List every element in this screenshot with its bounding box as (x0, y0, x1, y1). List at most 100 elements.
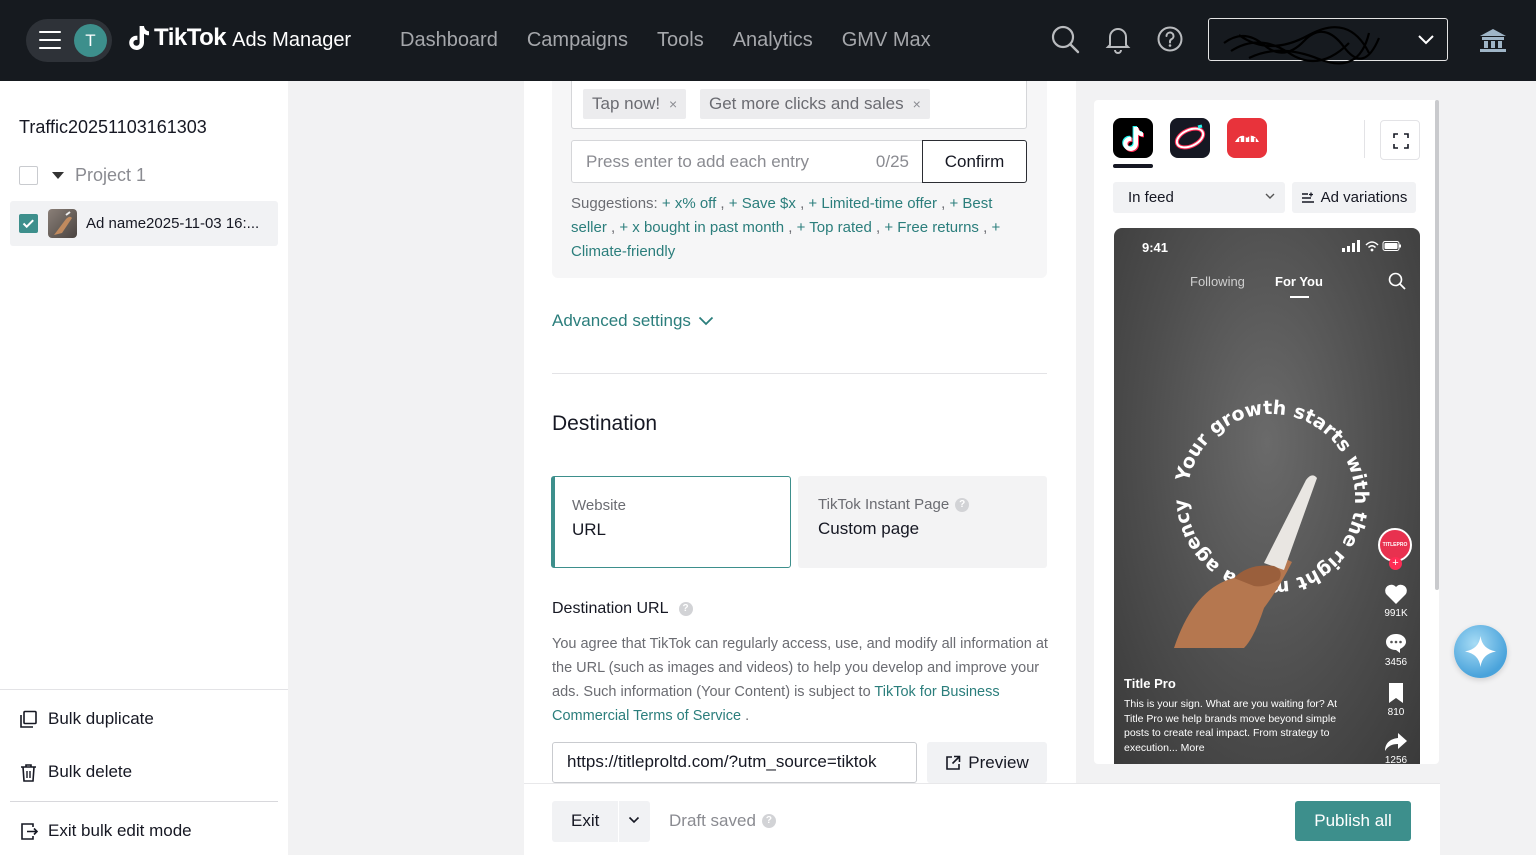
ad-name-label: Ad name2025-11-03 16:... (86, 215, 260, 232)
help-icon[interactable]: ? (761, 814, 776, 828)
exit-button[interactable]: Exit (552, 801, 650, 842)
campaign-name[interactable]: Traffic20251103161303 (19, 117, 207, 138)
nav-campaigns[interactable]: Campaigns (527, 29, 628, 52)
chevron-down-icon (698, 316, 714, 326)
publish-all-button[interactable]: Publish all (1295, 801, 1411, 841)
search-icon (1388, 272, 1406, 290)
exit-bulk-edit-label: Exit bulk edit mode (48, 821, 192, 840)
placement-select[interactable]: In feed (1113, 182, 1285, 213)
description-end: . (745, 708, 750, 724)
destination-url-description: You agree that TikTok can regularly acce… (552, 632, 1052, 728)
ai-assistant-button[interactable] (1454, 625, 1507, 678)
nav-dashboard[interactable]: Dashboard (400, 29, 498, 52)
ad-variations-label: Ad variations (1320, 189, 1408, 206)
billing-icon[interactable] (1478, 26, 1508, 54)
suggestion-item[interactable]: + Top rated (797, 219, 872, 236)
comment-icon (1386, 634, 1406, 653)
duplicate-icon (20, 710, 37, 728)
share-icon (1385, 733, 1407, 751)
option-sublabel: TikTok Instant Page (818, 496, 950, 513)
saves-count: 810 (1387, 707, 1405, 718)
exit-label: Exit (571, 811, 600, 830)
menu-toggle[interactable]: T (26, 19, 112, 62)
nav-tools[interactable]: Tools (657, 29, 704, 52)
fullscreen-button[interactable] (1380, 120, 1420, 160)
destination-url-input[interactable]: https://titleproltd.com/?utm_source=tikt… (552, 742, 917, 783)
preview-card: In feed Ad variations 9:41 Following For… (1094, 100, 1439, 764)
hamburger-icon[interactable] (39, 31, 61, 49)
top-navigation-bar: T TikTok Ads Manager Dashboard Campaigns… (0, 0, 1536, 81)
tab-following: Following (1190, 274, 1245, 289)
destination-option-website[interactable]: Website URL (551, 476, 791, 568)
pangle-platform-icon[interactable] (1227, 118, 1267, 158)
ad-checkbox[interactable] (19, 214, 38, 233)
suggestion-item[interactable]: + Free returns (884, 219, 979, 236)
chevron-down-icon[interactable] (628, 816, 640, 824)
preview-button[interactable]: Preview (927, 742, 1047, 783)
suggestion-item[interactable]: + Limited-time offer (808, 195, 937, 212)
bulk-duplicate-label: Bulk duplicate (48, 709, 154, 728)
entry-input[interactable]: Press enter to add each entry 0/25 (571, 140, 923, 183)
advanced-settings-toggle[interactable]: Advanced settings (552, 311, 714, 331)
exit-icon (21, 822, 38, 840)
close-icon[interactable]: × (669, 96, 677, 112)
video-frame: Your growth starts with the right media … (1170, 397, 1372, 648)
shares: 1256 (1376, 732, 1416, 764)
check-icon (22, 219, 34, 229)
help-icon[interactable]: ? (678, 602, 693, 616)
placement-value: In feed (1128, 189, 1174, 206)
sparkle-icon (1465, 636, 1496, 667)
likes: 991K (1376, 583, 1416, 619)
project-label: Project 1 (75, 165, 147, 185)
option-label: Custom page (818, 519, 920, 538)
help-icon[interactable]: ? (955, 497, 970, 512)
tiktok-lite-platform-icon[interactable] (1170, 118, 1210, 158)
tag-label: Get more clicks and sales (709, 94, 904, 113)
status-bar-icons (1342, 240, 1401, 252)
user-avatar[interactable]: T (74, 24, 107, 57)
saves: 810 (1376, 682, 1416, 718)
divider (552, 373, 1047, 374)
search-icon[interactable] (1050, 24, 1080, 54)
ad-variations-button[interactable]: Ad variations (1292, 182, 1416, 213)
tiktok-platform-icon[interactable] (1113, 118, 1153, 158)
cta-tags-card: Tap now! × Get more clicks and sales × Pre… (552, 81, 1047, 278)
confirm-button[interactable]: Confirm (922, 140, 1027, 183)
destination-title: Destination (552, 412, 658, 435)
close-icon[interactable]: × (913, 96, 921, 112)
bell-icon[interactable] (1103, 24, 1133, 54)
brand-logo[interactable]: TikTok Ads Manager (128, 24, 351, 52)
follow-plus-icon: + (1389, 557, 1402, 570)
project-checkbox[interactable] (19, 166, 38, 185)
exit-bulk-edit-button[interactable]: Exit bulk edit mode (19, 821, 192, 841)
destination-option-instant-page[interactable]: TikTok Instant Page ? Custom page (798, 476, 1047, 568)
suggestions-label: Suggestions: (571, 195, 658, 212)
account-selector[interactable] (1208, 18, 1448, 65)
likes-count: 991K (1384, 608, 1408, 619)
suggestion-item[interactable]: + Save $x (729, 195, 796, 212)
ad-preview-panel: In feed Ad variations 9:41 Following For… (1076, 81, 1440, 783)
external-link-icon (946, 755, 961, 770)
nav-gmv-max[interactable]: GMV Max (842, 29, 931, 52)
preview-label: Preview (968, 752, 1029, 772)
advanced-settings-label: Advanced settings (552, 311, 691, 330)
preview-scrollbar[interactable] (1435, 100, 1439, 590)
bulk-delete-button[interactable]: Bulk delete (19, 762, 132, 782)
suggestion-item[interactable]: + x bought in past month (619, 219, 784, 236)
footer-bar: Exit Draft saved ? Publish all (524, 783, 1440, 855)
chevron-down-icon (1418, 35, 1434, 45)
nav-analytics[interactable]: Analytics (733, 29, 813, 52)
caret-down-icon[interactable] (52, 172, 64, 179)
tiktok-note-icon (129, 26, 149, 50)
chevron-down-icon (1265, 193, 1275, 199)
ad-row[interactable]: Ad name2025-11-03 16:... (10, 201, 278, 246)
option-sublabel: Website (572, 497, 626, 514)
phone-mockup: 9:41 Following For You Your growth start… (1114, 228, 1420, 764)
suggestion-item[interactable]: + x% off (662, 195, 716, 212)
help-icon[interactable] (1155, 24, 1185, 54)
brand-product: Ads Manager (232, 28, 352, 51)
draft-status: Draft saved ? (669, 811, 776, 831)
brand-name: TikTok (154, 24, 227, 51)
project-row[interactable]: Project 1 (19, 165, 146, 186)
bulk-duplicate-button[interactable]: Bulk duplicate (19, 709, 154, 729)
